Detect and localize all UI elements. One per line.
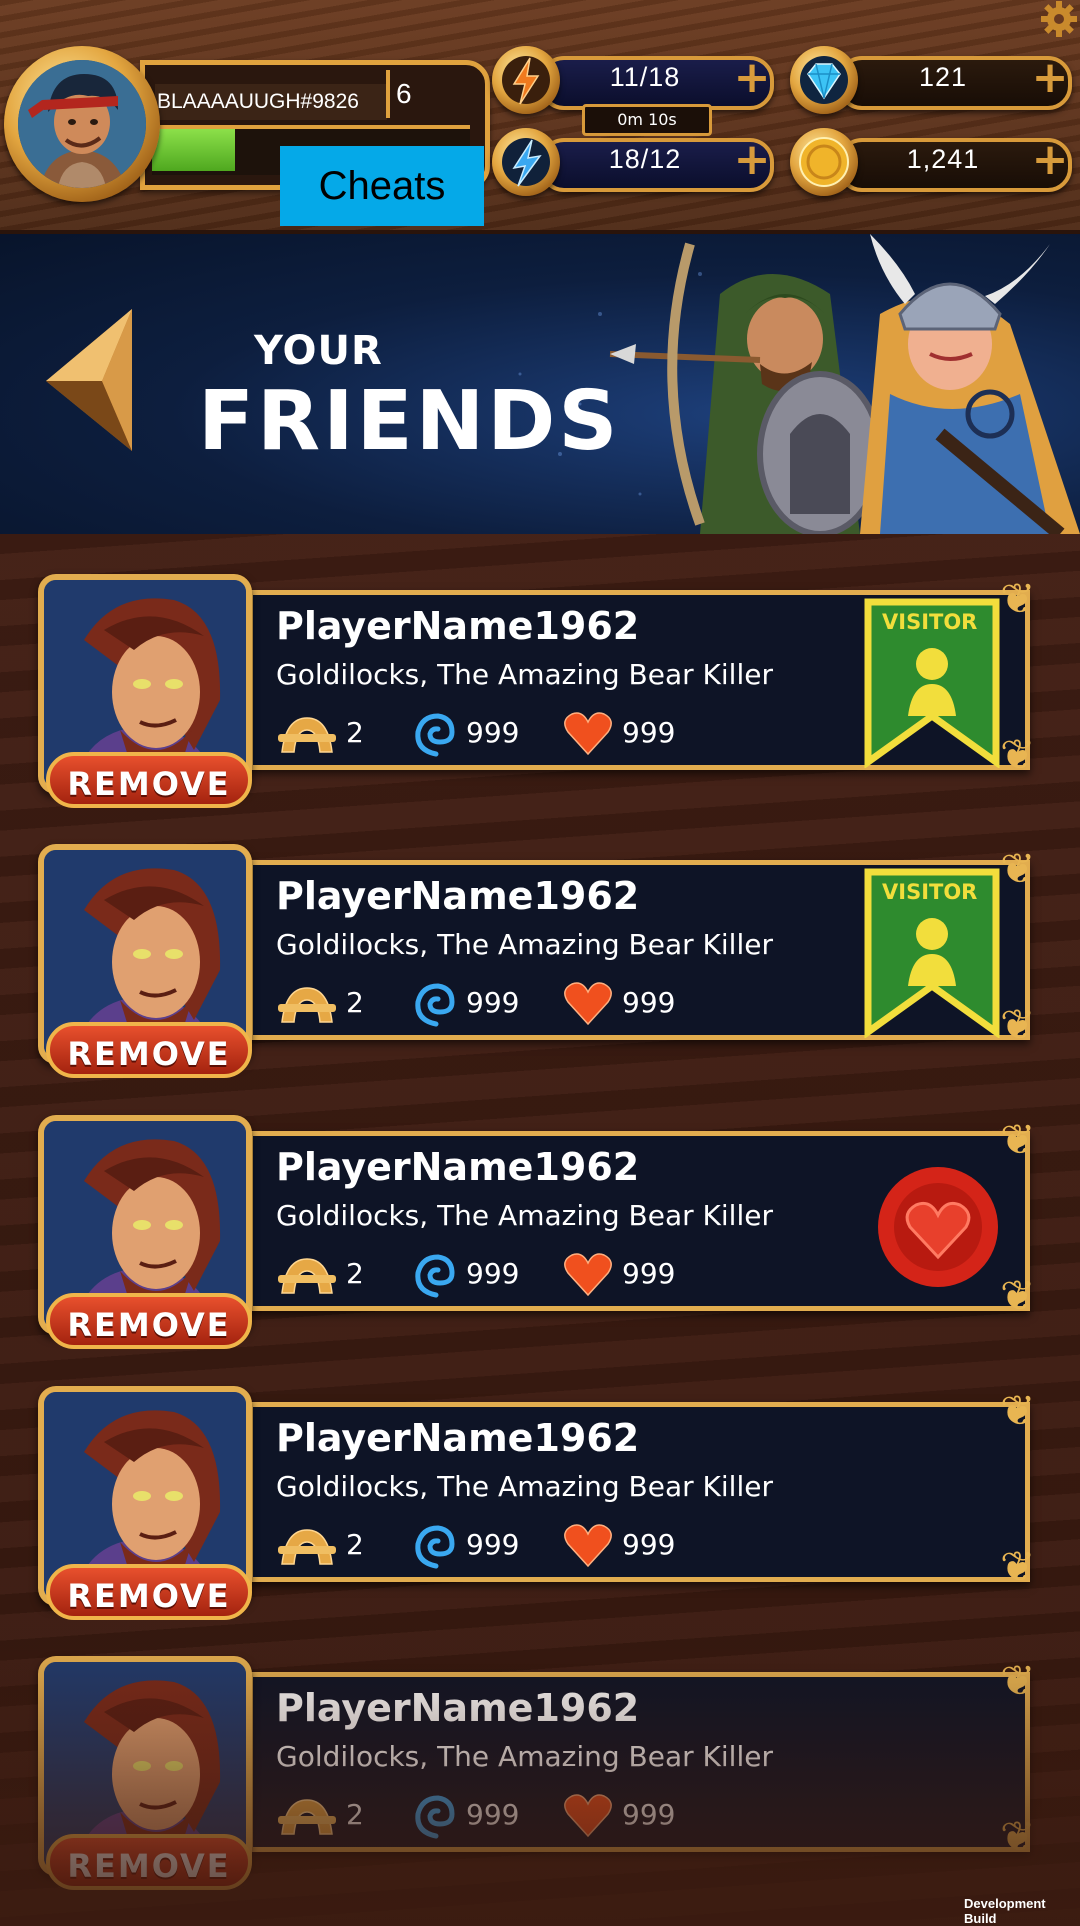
remove-friend-button[interactable]: REMOVE [46,1564,252,1620]
friend-title: Goldilocks, The Amazing Bear Killer [276,1199,773,1232]
heart-icon [562,1251,614,1297]
coins-plus-button[interactable]: + [1030,138,1070,182]
friend-name: PlayerName1962 [276,1145,640,1189]
friend-energy-value: 999 [466,716,520,749]
visitor-badge-label: VISITOR [882,610,978,634]
lightning-bolt-orange-icon [502,56,550,105]
swirl-energy-icon [412,710,460,758]
friend-card[interactable]: ❦ ❦ REMOVE PlayerName1962 Goldilocks, Th… [0,574,1080,814]
wax-heart-seal-icon [878,1167,998,1287]
back-button[interactable] [42,305,138,455]
lightning-bolt-blue-icon [502,138,550,187]
rank-emblem-icon [276,1794,336,1835]
gear-icon [1041,1,1077,37]
banner-title-line2: FRIENDS [198,374,621,469]
stamina-plus-button[interactable]: + [732,138,772,182]
visitor-badge: VISITOR [862,868,1002,1039]
remove-friend-button[interactable]: REMOVE [46,1834,252,1890]
remove-friend-button[interactable]: REMOVE [46,752,252,808]
friend-rank-value: 2 [346,716,364,749]
friend-hearts-value: 999 [622,986,676,1019]
level-separator [386,70,390,118]
friend-name: PlayerName1962 [276,604,640,648]
energy-icon-frame [492,46,560,114]
xp-bar-fill [152,129,235,171]
player-tag: BLAAAAUUGH#9826 [155,84,387,120]
gems-value: 121 [918,62,968,92]
friend-title: Goldilocks, The Amazing Bear Killer [276,658,773,691]
friend-hearts-value: 999 [622,1798,676,1831]
cheats-button[interactable]: Cheats [280,146,484,226]
corner-ornament-icon: ❦ [1000,1271,1036,1320]
player-level: 6 [396,78,412,109]
friends-list: ❦ ❦ REMOVE PlayerName1962 Goldilocks, Th… [0,534,1080,1920]
coins-value: 1,241 [906,144,980,174]
stamina-icon-frame [492,128,560,196]
rank-emblem-icon [276,1253,336,1294]
gem-icon [800,56,848,104]
friend-energy-value: 999 [466,1798,520,1831]
player-avatar[interactable] [18,60,146,188]
friend-card[interactable]: ❦ ❦ REMOVE PlayerName1962 Goldilocks, Th… [0,844,1080,1084]
friend-rank-value: 2 [346,1798,364,1831]
friend-card[interactable]: ❦ ❦ REMOVE PlayerName1962 Goldilocks, Th… [0,1115,1080,1355]
corner-ornament-icon: ❦ [1000,1812,1036,1861]
swirl-energy-icon [412,1792,460,1840]
rank-emblem-icon [276,1524,336,1565]
corner-ornament-icon: ❦ [1000,1000,1036,1049]
corner-ornament-icon: ❦ [1000,1656,1036,1705]
back-arrow-icon [46,309,132,451]
player-portrait-icon [18,60,146,188]
friend-hearts-value: 999 [622,1257,676,1290]
friend-rank-value: 2 [346,986,364,1019]
corner-ornament-icon: ❦ [1000,1542,1036,1591]
coin-icon [799,137,849,187]
settings-button[interactable] [1040,0,1078,38]
friend-hearts-value: 999 [622,716,676,749]
energy-value: 11/18 [609,62,681,92]
friend-rank-value: 2 [346,1528,364,1561]
visitor-badge-label: VISITOR [882,880,978,904]
visitor-badge: VISITOR [862,598,1002,769]
friend-name: PlayerName1962 [276,1686,640,1730]
friend-name: PlayerName1962 [276,874,640,918]
friend-card[interactable]: ❦ ❦ REMOVE PlayerName1962 Goldilocks, Th… [0,1386,1080,1626]
energy-plus-button[interactable]: + [732,56,772,100]
swirl-energy-icon [412,1251,460,1299]
friend-title: Goldilocks, The Amazing Bear Killer [276,928,773,961]
swirl-energy-icon [412,980,460,1028]
friend-name: PlayerName1962 [276,1416,640,1460]
rank-emblem-icon [276,712,336,753]
friend-energy-value: 999 [466,1528,520,1561]
heart-icon [562,710,614,756]
friend-card[interactable]: ❦ ❦ REMOVE PlayerName1962 Goldilocks, Th… [0,1656,1080,1896]
heart-icon [562,1522,614,1568]
corner-ornament-icon: ❦ [1000,1386,1036,1435]
dev-build-label: Development Build [964,1896,1046,1926]
friend-title: Goldilocks, The Amazing Bear Killer [276,1740,773,1773]
corner-ornament-icon: ❦ [1000,844,1036,893]
energy-timer: 0m 10s [582,104,712,136]
remove-friend-button[interactable]: REMOVE [46,1022,252,1078]
corner-ornament-icon: ❦ [1000,1115,1036,1164]
gems-plus-button[interactable]: + [1030,56,1070,100]
heart-icon [562,1792,614,1838]
friend-hearts-value: 999 [622,1528,676,1561]
corner-ornament-icon: ❦ [1000,574,1036,623]
remove-friend-button[interactable]: REMOVE [46,1293,252,1349]
friend-energy-value: 999 [466,1257,520,1290]
banner-title-line1: YOUR [254,328,383,374]
heart-icon [562,980,614,1026]
friend-title: Goldilocks, The Amazing Bear Killer [276,1470,773,1503]
rank-emblem-icon [276,982,336,1023]
gems-icon-frame [790,46,858,114]
heart-seal-badge[interactable] [872,1161,1004,1293]
friend-energy-value: 999 [466,986,520,1019]
stamina-value: 18/12 [608,144,682,174]
friend-rank-value: 2 [346,1257,364,1290]
corner-ornament-icon: ❦ [1000,730,1036,779]
swirl-energy-icon [412,1522,460,1570]
coins-icon-frame [790,128,858,196]
